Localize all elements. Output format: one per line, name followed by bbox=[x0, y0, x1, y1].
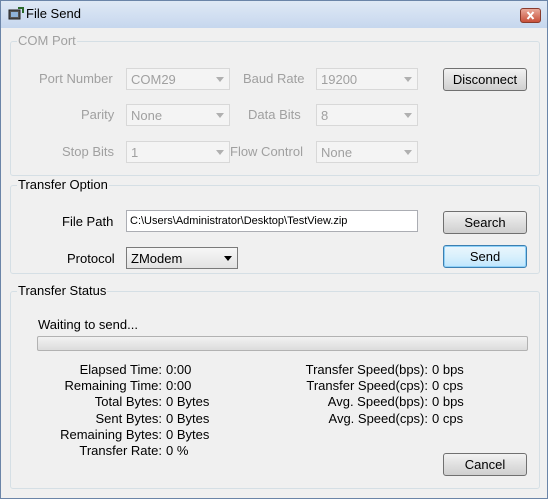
right-stat-label: Transfer Speed(bps): bbox=[305, 362, 428, 377]
flow-control-value: None bbox=[321, 145, 353, 160]
close-icon bbox=[526, 11, 535, 20]
transfer-status-legend: Transfer Status bbox=[18, 283, 107, 298]
flow-control-select[interactable]: None bbox=[316, 141, 418, 163]
file-path-label: File Path bbox=[62, 214, 114, 229]
data-bits-select[interactable]: 8 bbox=[316, 104, 418, 126]
chevron-down-icon bbox=[216, 113, 224, 118]
chevron-down-icon bbox=[224, 256, 232, 261]
port-number-select[interactable]: COM29 bbox=[126, 68, 230, 90]
left-stat-row: Remaining Bytes: 0 Bytes bbox=[1, 426, 209, 443]
transfer-option-legend: Transfer Option bbox=[18, 177, 108, 192]
protocol-select[interactable]: ZModem bbox=[126, 247, 238, 269]
right-stat-row: Avg. Speed(cps): 0 cps bbox=[1, 410, 464, 427]
baud-rate-value: 19200 bbox=[321, 72, 358, 87]
port-number-value: COM29 bbox=[131, 72, 176, 87]
right-stat-row: Avg. Speed(bps): 0 bps bbox=[1, 394, 464, 410]
baud-rate-label: Baud Rate bbox=[243, 71, 305, 86]
left-stat-label: Remaining Bytes: bbox=[60, 426, 162, 442]
cancel-button[interactable]: Cancel bbox=[443, 453, 527, 476]
right-stat-label: Transfer Speed(cps): bbox=[306, 378, 428, 394]
dialog-body: COM Port Port Number COM29 Baud Rate 192… bbox=[1, 28, 547, 498]
com-port-legend: COM Port bbox=[18, 33, 76, 48]
window-title: File Send bbox=[26, 6, 81, 21]
stop-bits-select[interactable]: 1 bbox=[126, 141, 230, 163]
left-stat-value: 0 % bbox=[166, 443, 189, 458]
baud-rate-select[interactable]: 19200 bbox=[316, 68, 418, 90]
left-stat-label: Transfer Rate: bbox=[79, 443, 162, 458]
right-stat-value: 0 bps bbox=[432, 394, 464, 410]
chevron-down-icon bbox=[404, 77, 412, 82]
parity-select[interactable]: None bbox=[126, 104, 230, 126]
flow-control-label: Flow Control bbox=[230, 144, 303, 159]
stop-bits-value: 1 bbox=[131, 145, 139, 160]
transfer-progress-bar bbox=[37, 336, 528, 351]
right-stat-row: Transfer Speed(bps): 0 bps bbox=[1, 362, 464, 378]
status-text: Waiting to send... bbox=[38, 317, 138, 332]
parity-value: None bbox=[131, 108, 163, 123]
file-send-window: File Send COM Port Port Number COM29 Bau… bbox=[0, 0, 548, 499]
data-bits-value: 8 bbox=[321, 108, 329, 123]
chevron-down-icon bbox=[216, 150, 224, 155]
right-stat-row: Transfer Speed(cps): 0 cps bbox=[1, 378, 463, 394]
chevron-down-icon bbox=[216, 77, 224, 82]
right-stat-label: Avg. Speed(bps): bbox=[327, 394, 428, 410]
data-bits-label: Data Bits bbox=[248, 107, 301, 122]
close-button[interactable] bbox=[520, 8, 541, 23]
file-path-input[interactable]: C:\Users\Administrator\Desktop\TestView.… bbox=[126, 210, 418, 232]
left-stat-row: Transfer Rate: 0 % bbox=[1, 443, 188, 459]
right-stat-value: 0 bps bbox=[432, 362, 464, 377]
left-stat-value: 0 Bytes bbox=[166, 426, 210, 442]
right-stat-label: Avg. Speed(cps): bbox=[328, 410, 428, 426]
parity-label: Parity bbox=[81, 107, 115, 122]
protocol-value: ZModem bbox=[131, 251, 183, 266]
send-button[interactable]: Send bbox=[443, 245, 527, 268]
title-bar[interactable]: File Send bbox=[1, 1, 547, 28]
chevron-down-icon bbox=[404, 113, 412, 118]
right-stat-value: 0 cps bbox=[432, 410, 464, 426]
search-button[interactable]: Search bbox=[443, 211, 527, 234]
disconnect-button[interactable]: Disconnect bbox=[443, 68, 527, 91]
protocol-label: Protocol bbox=[67, 251, 115, 266]
right-stat-value: 0 cps bbox=[432, 378, 464, 394]
port-number-label: Port Number bbox=[39, 71, 113, 86]
file-send-icon bbox=[8, 7, 24, 20]
stop-bits-label: Stop Bits bbox=[62, 144, 115, 159]
chevron-down-icon bbox=[404, 150, 412, 155]
